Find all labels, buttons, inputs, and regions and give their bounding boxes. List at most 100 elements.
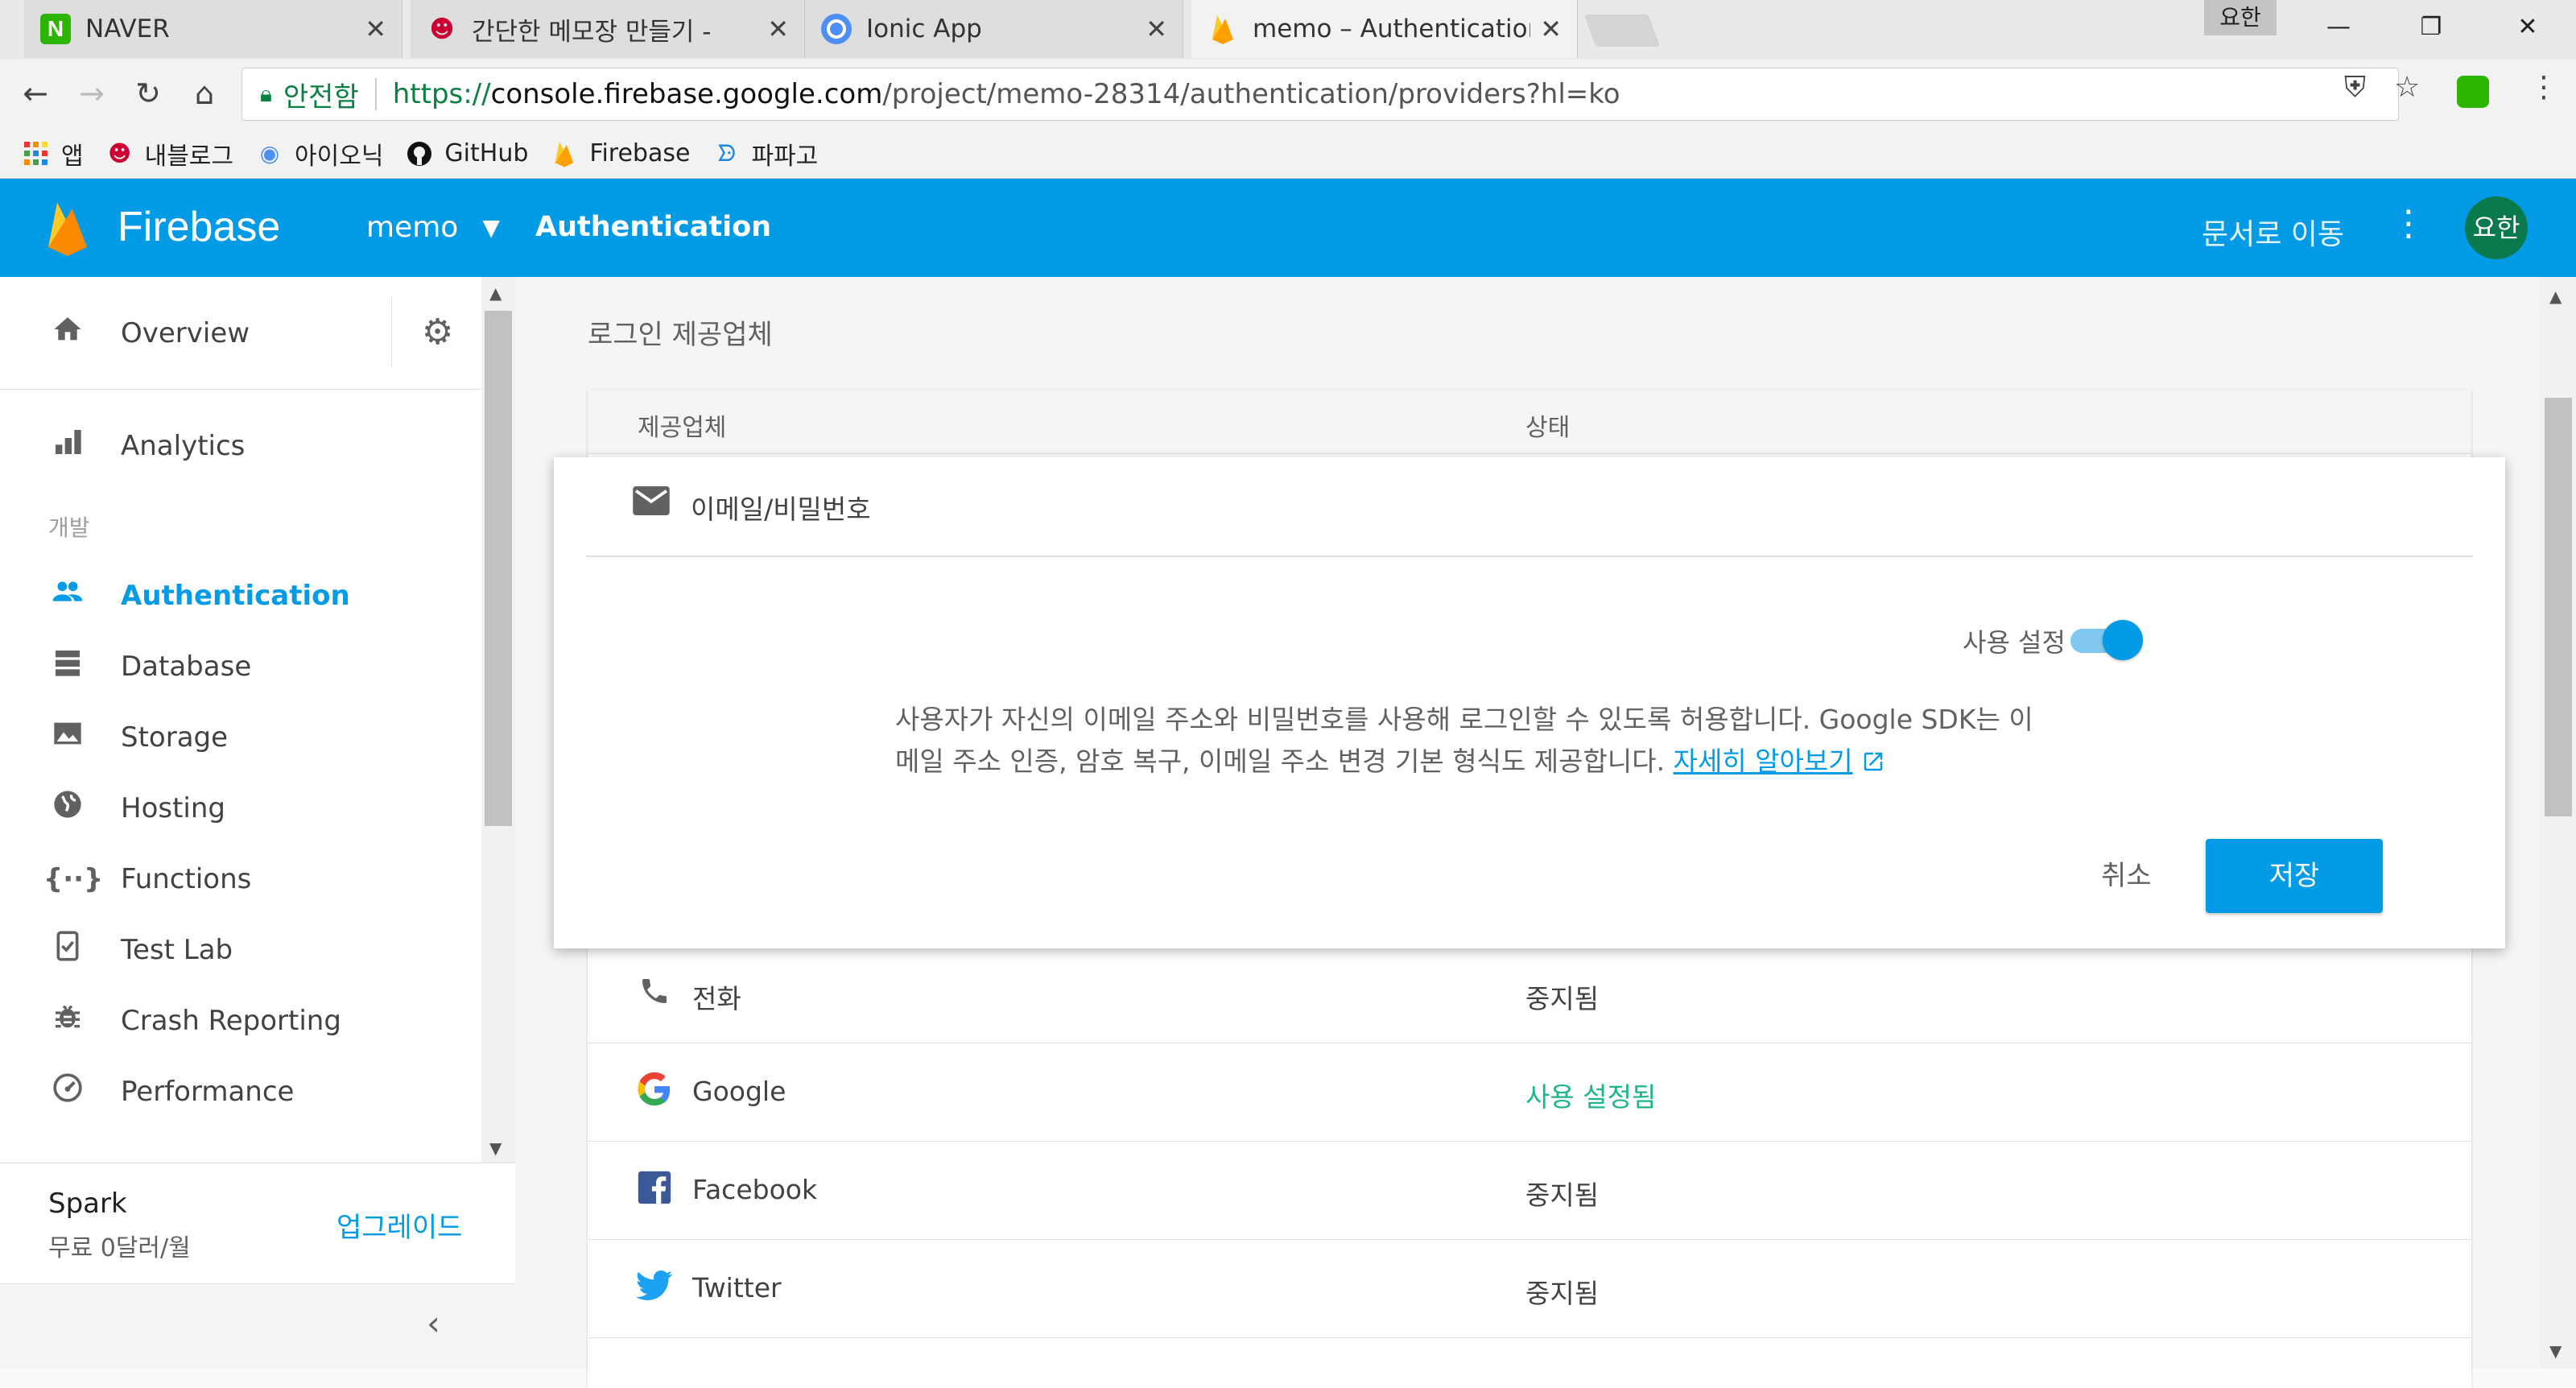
project-selector[interactable]: memo ▼ — [366, 211, 500, 244]
tab-title: Ionic App — [866, 14, 982, 43]
docs-link[interactable]: 문서로 이동 — [2202, 211, 2344, 253]
tab-blog[interactable]: ☻ 간단한 메모장 만들기 - ✕ — [411, 0, 805, 58]
gear-icon[interactable]: ⚙ — [391, 298, 483, 367]
bookmark-github[interactable]: GitHub — [406, 139, 528, 167]
tab-firebase[interactable]: memo – Authentication ✕ — [1191, 0, 1578, 58]
database-icon — [43, 646, 92, 687]
scroll-down-icon[interactable]: ▼ — [2549, 1341, 2562, 1361]
tab-naver[interactable]: N NAVER ✕ — [24, 0, 402, 58]
provider-row-twitter[interactable]: Twitter 중지됨 — [588, 1240, 2471, 1338]
sidebar-item-label: Analytics — [121, 430, 246, 462]
mail-icon — [633, 486, 670, 518]
main-scrollbar[interactable]: ▲ ▼ — [2540, 277, 2576, 1369]
tab-title: memo – Authentication — [1253, 14, 1531, 43]
provider-name: Facebook — [692, 1174, 818, 1205]
close-icon[interactable]: ✕ — [365, 14, 386, 44]
globe-icon — [43, 788, 92, 828]
shield-icon[interactable]: ⛨ — [2344, 71, 2366, 105]
browser-titlebar: N NAVER ✕ ☻ 간단한 메모장 만들기 - ✕ Ionic App ✕ … — [0, 0, 2576, 60]
bookmark-label: 아이오닉 — [295, 142, 384, 171]
sidebar-item-storage[interactable]: Storage — [0, 705, 483, 770]
email-provider-panel: 이메일/비밀번호 사용 설정 사용자가 자신의 이메일 주소와 비밀번호를 사용… — [554, 457, 2505, 948]
reload-icon[interactable]: ↻ — [126, 71, 171, 116]
email-provider-description: 사용자가 자신의 이메일 주소와 비밀번호를 사용해 로그인할 수 있도록 허용… — [895, 704, 2033, 777]
email-panel-header[interactable]: 이메일/비밀번호 — [586, 457, 2473, 557]
restore-icon[interactable]: ❐ — [2407, 6, 2455, 48]
sidebar-scrollbar[interactable]: ▲ ▼ — [481, 277, 515, 1163]
column-header-status: 상태 — [1525, 414, 1571, 442]
sidebar-item-label: Functions — [121, 863, 252, 895]
testlab-icon — [43, 930, 92, 970]
provider-status: 중지됨 — [1525, 983, 1600, 1014]
scroll-up-icon[interactable]: ▲ — [489, 283, 502, 303]
learn-more-link[interactable]: 자세히 알아보기 — [1674, 746, 1853, 777]
sidebar-item-test-lab[interactable]: Test Lab — [0, 918, 483, 982]
tab-ionic[interactable]: Ionic App ✕ — [805, 0, 1183, 58]
sidebar-item-functions[interactable]: {··} Functions — [0, 847, 483, 911]
google-icon — [634, 1069, 675, 1109]
minimize-icon[interactable]: — — [2314, 6, 2363, 48]
provider-name: Twitter — [692, 1272, 782, 1303]
save-button[interactable]: 저장 — [2206, 839, 2383, 913]
chevron-left-icon[interactable]: ‹ — [427, 1303, 440, 1343]
url-protocol: https:// — [392, 78, 491, 110]
extension-icon[interactable] — [2457, 76, 2489, 108]
window-close-icon[interactable]: ✕ — [2504, 6, 2552, 48]
more-vert-icon[interactable]: ⋮ — [2391, 203, 2426, 244]
facebook-icon — [634, 1167, 675, 1208]
scroll-down-icon[interactable]: ▼ — [489, 1138, 502, 1158]
sidebar-item-performance[interactable]: Performance — [0, 1060, 483, 1124]
provider-status: 중지됨 — [1525, 1179, 1600, 1211]
sidebar-item-overview[interactable]: Overview — [0, 301, 391, 366]
close-icon[interactable]: ✕ — [1540, 14, 1562, 44]
bookmark-label: 앱 — [61, 142, 84, 171]
scroll-up-icon[interactable]: ▲ — [2549, 287, 2562, 306]
provider-name: 전화 — [692, 983, 741, 1014]
back-icon[interactable]: ← — [13, 71, 58, 116]
sidebar-item-authentication[interactable]: Authentication — [0, 564, 483, 628]
cancel-button[interactable]: 취소 — [2088, 847, 2165, 899]
sidebar-item-database[interactable]: Database — [0, 634, 483, 699]
home-icon[interactable]: ⌂ — [182, 71, 227, 116]
tab-title: 간단한 메모장 만들기 - — [472, 17, 712, 47]
upgrade-link[interactable]: 업그레이드 — [336, 1205, 462, 1245]
scrollbar-thumb[interactable] — [485, 311, 512, 826]
sidebar-item-crash-reporting[interactable]: Crash Reporting — [0, 989, 483, 1053]
bookmark-blog[interactable]: ☻ 내블로그 — [106, 136, 233, 171]
avatar[interactable]: 요한 — [2465, 196, 2528, 259]
brand-name[interactable]: Firebase — [118, 203, 280, 251]
bar-chart-icon — [43, 426, 92, 466]
provider-row-google[interactable]: Google 사용 설정됨 — [588, 1043, 2471, 1142]
collapse-row: ‹ — [0, 1283, 515, 1369]
bookmark-firebase[interactable]: Firebase — [551, 139, 690, 167]
bookmark-ionic[interactable]: ◉ 아이오닉 — [256, 136, 384, 171]
external-link-icon[interactable] — [1861, 749, 1885, 777]
bookmark-label: GitHub — [444, 139, 529, 167]
new-tab-button[interactable] — [1583, 14, 1661, 47]
main-content: 로그인 제공업체 제공업체 상태 전화 중지됨 Google 사용 설정됨 Fa… — [515, 277, 2576, 1388]
provider-row-phone[interactable]: 전화 중지됨 — [588, 945, 2471, 1043]
provider-name: Google — [692, 1076, 786, 1107]
table-header: 제공업체 상태 — [588, 390, 2471, 454]
star-icon[interactable]: ☆ — [2394, 71, 2420, 104]
scrollbar-thumb[interactable] — [2545, 398, 2572, 816]
address-bar[interactable]: 🔒︎ 안전함 https:// console.firebase.google.… — [242, 68, 2399, 121]
bookmark-papago[interactable]: ᗦ 파파고 — [712, 136, 818, 171]
sidebar-group-label: 개발 — [48, 514, 90, 541]
column-header-provider: 제공업체 — [638, 414, 727, 442]
overview-row: Overview ⚙ — [0, 277, 483, 390]
sidebar: Overview ⚙ Analytics 개발 Authentication D… — [0, 277, 515, 1369]
sidebar-item-label: Performance — [121, 1076, 295, 1108]
bookmark-apps[interactable]: 앱 — [23, 136, 84, 171]
enable-toggle[interactable] — [2067, 618, 2143, 662]
blog-icon: ☻ — [429, 14, 455, 43]
menu-icon[interactable]: ⋮ — [2529, 71, 2558, 104]
close-icon[interactable]: ✕ — [1146, 14, 1167, 44]
forward-icon[interactable]: → — [69, 71, 114, 116]
sidebar-item-hosting[interactable]: Hosting — [0, 776, 483, 841]
profile-chip[interactable]: 요한 — [2204, 0, 2277, 35]
speedometer-icon — [43, 1072, 92, 1112]
close-icon[interactable]: ✕ — [767, 14, 789, 44]
sidebar-item-analytics[interactable]: Analytics — [0, 414, 483, 478]
provider-row-facebook[interactable]: Facebook 중지됨 — [588, 1142, 2471, 1240]
